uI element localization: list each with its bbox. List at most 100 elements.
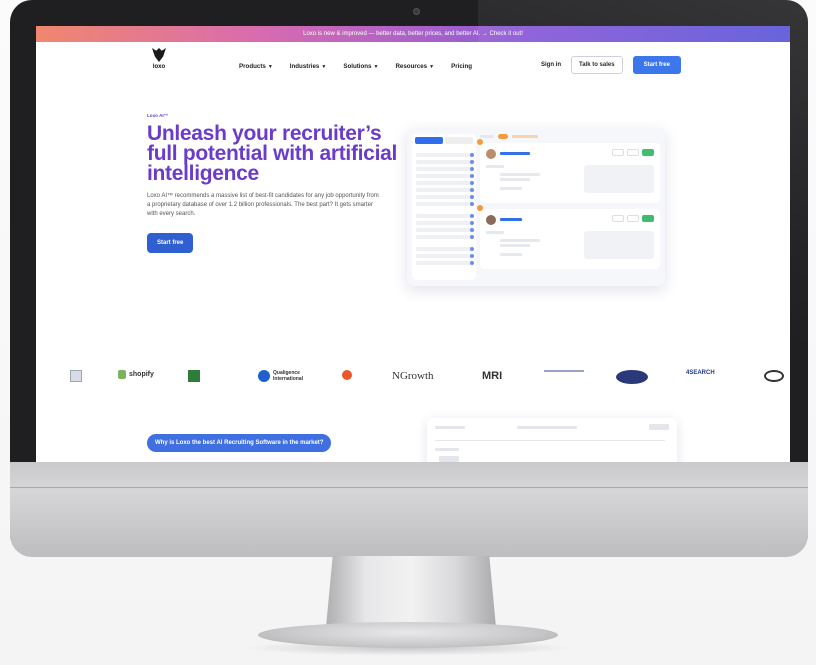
mock-marker-dot — [477, 205, 483, 211]
partner-logo-qualigence: Qualigence International — [258, 370, 307, 382]
mock-detail-box — [584, 231, 654, 259]
mock-filter-row — [416, 181, 474, 185]
mock-btn-primary — [642, 149, 654, 156]
imac-scene: Loxo is new & improved — better data, be… — [0, 0, 816, 665]
mock-tab — [445, 137, 473, 144]
mock-filter-sidebar — [412, 134, 476, 280]
monitor-stand — [325, 556, 497, 632]
mock-line — [435, 448, 459, 451]
mock-filter-row — [416, 202, 474, 206]
webcam — [413, 8, 420, 15]
mock-filter-row — [416, 174, 474, 178]
mock-filter-row — [416, 247, 474, 251]
hero-eyebrow: Loxo AI™ — [147, 113, 169, 118]
mock-line — [500, 178, 530, 181]
partner-logo-airline — [544, 370, 584, 372]
announcement-bar[interactable]: Loxo is new & improved — better data, be… — [36, 26, 790, 42]
nav-pricing[interactable]: Pricing — [451, 63, 472, 70]
hero-section: Loxo AI™ Unleash your recruiter’s full p… — [147, 113, 397, 253]
mock-toolbar — [480, 134, 660, 139]
mock-btn-primary — [642, 215, 654, 222]
mock-label — [512, 135, 538, 138]
mock-filter-row — [416, 254, 474, 258]
mock-card-actions — [612, 149, 654, 156]
nav-links: Products ▼ Industries ▼ Solutions ▼ Resourc… — [239, 63, 472, 70]
nav-industries[interactable]: Industries ▼ — [290, 63, 327, 70]
mock-line — [486, 231, 504, 234]
partner-logo-shopify: shopify — [118, 370, 154, 379]
mock-divider — [435, 440, 665, 441]
mock-filter-row — [416, 188, 474, 192]
mock-detail-box — [584, 165, 654, 193]
partner-logo-partial — [764, 370, 784, 382]
start-free-hero-button[interactable]: Start free — [147, 233, 194, 253]
mock-candidate-card — [477, 205, 660, 269]
mock-filter-row — [416, 153, 474, 157]
mock-card-actions — [612, 215, 654, 222]
mock-line — [500, 253, 522, 256]
mock-btn — [627, 215, 639, 222]
mock-line — [517, 426, 577, 429]
partner-logo-script — [616, 370, 648, 384]
chin-divider — [10, 487, 808, 488]
toggle-icon — [498, 134, 508, 139]
mock-marker-dot — [477, 139, 483, 145]
mock-filter-row — [416, 167, 474, 171]
mock-filter-row — [416, 228, 474, 232]
nav-resources[interactable]: Resources ▼ — [395, 63, 434, 70]
mock-candidate-name — [500, 152, 530, 155]
hero-headline: Unleash your recruiter’s full potential … — [147, 122, 398, 185]
why-loxo-pill[interactable]: Why is Loxo the best AI Recruiting Softw… — [147, 434, 332, 452]
partner-logos: shopify Qualigence International NGrowth… — [36, 360, 790, 396]
hero-subtext: Loxo AI™ recommends a massive list of be… — [147, 193, 379, 217]
mock-filter-row — [416, 160, 474, 164]
talk-to-sales-button[interactable]: Talk to sales — [571, 56, 623, 74]
mock-filter-row — [416, 221, 474, 225]
nav-solutions[interactable]: Solutions ▼ — [343, 63, 378, 70]
mock-line — [500, 187, 522, 190]
bat-logo-icon — [152, 48, 166, 62]
chevron-down-icon: ▼ — [373, 64, 379, 70]
mock-filter-row — [416, 261, 474, 265]
nav-products[interactable]: Products ▼ — [239, 63, 273, 70]
mock-line — [500, 239, 540, 242]
mock-line — [500, 244, 530, 247]
mock-line — [486, 165, 504, 168]
avatar — [486, 215, 496, 225]
monitor-base — [258, 622, 558, 648]
product-screenshot-2 — [427, 418, 677, 462]
chevron-down-icon: ▼ — [429, 64, 435, 70]
loxo-logo[interactable]: loxo — [148, 48, 170, 70]
chevron-down-icon: ▼ — [267, 64, 273, 70]
mock-btn — [612, 215, 624, 222]
mock-line — [649, 424, 669, 430]
mock-results — [477, 134, 660, 280]
mock-btn — [612, 149, 624, 156]
mock-tab-active — [415, 137, 443, 144]
partner-logo-ngrowth: NGrowth — [392, 370, 434, 382]
partner-logo-orange — [342, 370, 352, 380]
mock-tabs — [412, 134, 476, 147]
mock-filter-row — [416, 195, 474, 199]
top-nav: loxo Products ▼ Industries ▼ Solutions ▼ Re… — [36, 42, 790, 86]
chevron-down-icon: ▼ — [321, 64, 327, 70]
monitor-chin — [10, 462, 808, 557]
start-free-nav-button[interactable]: Start free — [632, 56, 681, 74]
nav-actions: Sign in Talk to sales Start free — [541, 56, 681, 74]
sign-in-link[interactable]: Sign in — [541, 62, 561, 68]
mock-candidate-card — [477, 139, 660, 203]
mock-label — [480, 135, 494, 138]
mock-filter-row — [416, 214, 474, 218]
partner-logo-mri: MRI — [482, 370, 503, 382]
browser-screen: Loxo is new & improved — better data, be… — [36, 26, 790, 462]
mock-candidate-name — [500, 218, 522, 221]
product-screenshot — [407, 128, 665, 286]
partner-logo-seal — [70, 370, 82, 382]
partner-logo-green — [188, 370, 200, 382]
mock-line — [500, 173, 540, 176]
mock-filter-row — [416, 235, 474, 239]
mock-line — [435, 426, 465, 429]
partner-logo-4search: 4SEARCH — [686, 370, 715, 376]
mock-btn — [627, 149, 639, 156]
avatar — [486, 149, 496, 159]
